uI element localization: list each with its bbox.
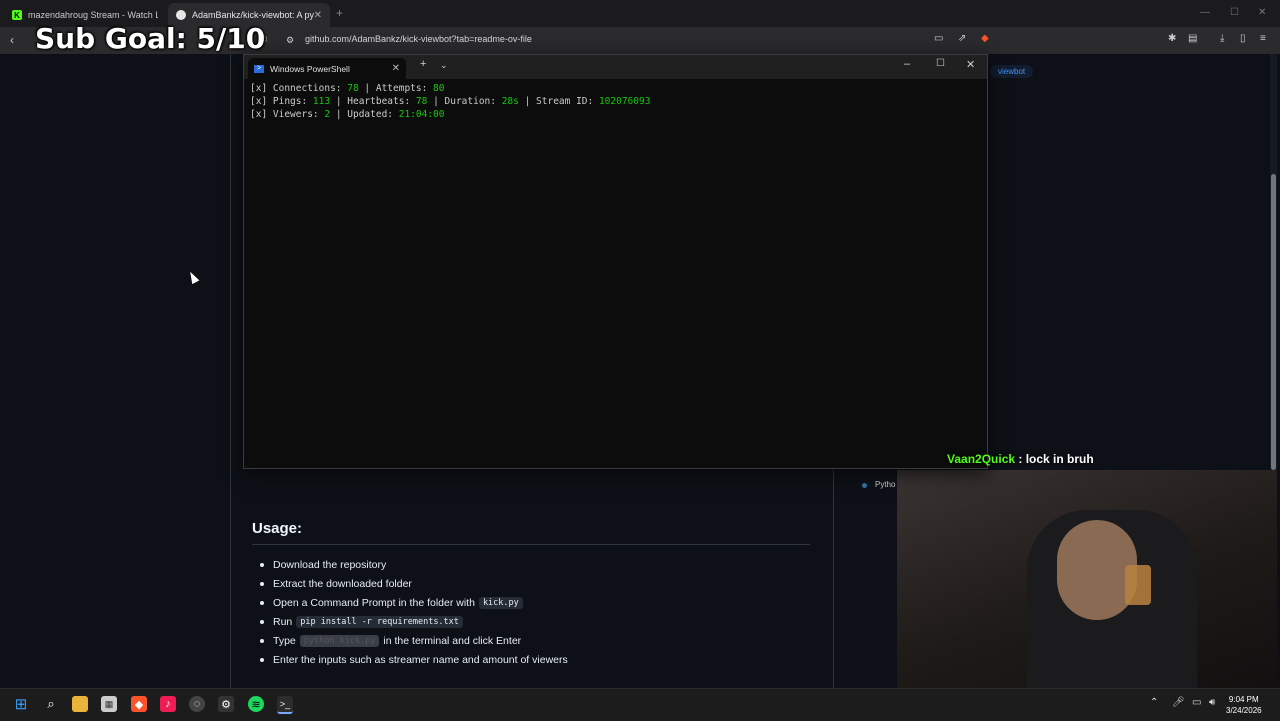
system-clock[interactable]: 9:04 PM 3/24/2026 (1226, 694, 1262, 716)
new-tab-icon[interactable]: + (336, 6, 343, 20)
chat-message: Vaan2Quick : lock in bruh (947, 452, 1094, 466)
step-text: Extract the downloaded folder (273, 577, 412, 590)
chevron-down-icon[interactable]: ⌄ (440, 60, 448, 71)
powershell-tab-title: Windows PowerShell (270, 63, 350, 74)
terminal-line: [x] Viewers: 2 | Updated: 21:04:00 (250, 109, 445, 120)
settings-gear-icon[interactable]: ⚙ (218, 696, 234, 712)
divider (252, 544, 810, 545)
brave-browser-icon[interactable]: ◆ (131, 696, 147, 712)
chat-username: Vaan2Quick (947, 452, 1016, 466)
step-text: Run (273, 615, 293, 628)
topic-tag[interactable]: viewbot (990, 65, 1034, 78)
scroll-thumb[interactable] (1271, 174, 1276, 470)
terminal-output[interactable]: [x] Connections: 78 | Attempts: 80 [x] Pi… (244, 79, 987, 124)
list-item: Run pip install -r requirements.txt (258, 612, 568, 631)
address-bar[interactable]: github.com/AdamBankz/kick-viewbot?tab=re… (305, 34, 532, 44)
list-item: Enter the inputs such as streamer name a… (258, 650, 568, 669)
powershell-titlebar[interactable]: > Windows PowerShell ✕ + ⌄ – ☐ ✕ (244, 55, 987, 79)
new-tab-icon[interactable]: + (420, 58, 426, 70)
store-icon[interactable]: ▦ (101, 696, 117, 712)
spotify-icon[interactable]: ≋ (248, 696, 264, 712)
network-icon[interactable]: ▭ (1192, 697, 1201, 708)
powershell-icon: > (254, 64, 264, 73)
close-icon[interactable]: ✕ (392, 63, 400, 74)
powershell-tab[interactable]: > Windows PowerShell ✕ (248, 58, 406, 79)
sidebar-icon[interactable]: ▯ (1240, 33, 1246, 44)
app-icon[interactable]: ◌ (189, 696, 205, 712)
clock-date: 3/24/2026 (1226, 706, 1262, 715)
microphone-icon[interactable]: 🎤︎ (1172, 697, 1185, 708)
site-info-icon[interactable]: ⚙ (286, 35, 294, 46)
close-window-icon[interactable]: ✕ (1258, 7, 1266, 18)
language-dot-icon (862, 483, 867, 488)
extensions-icon[interactable]: ✱ (1168, 33, 1176, 44)
usage-list: Download the repository Extract the down… (258, 555, 568, 669)
usage-heading: Usage: (252, 520, 303, 537)
inline-code: pip install -r requirements.txt (296, 615, 463, 628)
powershell-window[interactable]: > Windows PowerShell ✕ + ⌄ – ☐ ✕ [x] Con… (243, 54, 988, 469)
file-explorer-icon[interactable] (72, 696, 88, 712)
download-icon[interactable]: ⤓ (1220, 33, 1224, 44)
step-text: in the terminal and click Enter (383, 634, 522, 647)
minimize-icon[interactable]: — (1200, 7, 1210, 18)
wallet-icon[interactable]: ▤ (1188, 33, 1197, 44)
cast-icon[interactable]: ▭ (934, 33, 943, 44)
chat-text: : lock in bruh (1015, 452, 1094, 466)
search-icon[interactable]: ⌕ (43, 696, 59, 712)
inline-code: kick.py (478, 596, 523, 609)
github-icon (176, 10, 186, 20)
brave-shield-icon[interactable]: ◆ (981, 33, 989, 44)
windows-start-icon[interactable]: ⊞ (13, 696, 29, 713)
terminal-line: [x] Pings: 113 | Heartbeats: 78 | Durati… (250, 96, 651, 107)
inline-code: python kick.py (299, 634, 380, 647)
tiktok-icon[interactable]: ♪ (160, 696, 176, 712)
taskbar: ⊞ ⌕ ▦ ◆ ♪ ◌ ⚙ ≋ >_ ⌃ 🎤︎ ▭ 🔊︎ 9:04 PM 3/2… (0, 688, 1280, 721)
menu-icon[interactable]: ≡ (1260, 33, 1266, 44)
webcam-feed (897, 470, 1277, 688)
list-item: Type python kick.py in the terminal and cl… (258, 631, 568, 650)
terminal-line: [x] Connections: 78 | Attempts: 80 (250, 83, 445, 94)
step-text: Open a Command Prompt in the folder with (273, 596, 475, 609)
maximize-icon[interactable]: ☐ (936, 58, 945, 69)
kick-icon: K (12, 10, 22, 20)
chevron-up-icon[interactable]: ⌃ (1150, 697, 1158, 708)
maximize-icon[interactable]: ☐ (1230, 7, 1239, 18)
language-label: Pytho (875, 480, 896, 489)
step-text: Download the repository (273, 558, 387, 571)
drink-cup (1125, 565, 1151, 605)
list-item: Open a Command Prompt in the folder with… (258, 593, 568, 612)
clock-time: 9:04 PM (1228, 695, 1259, 704)
back-icon[interactable]: ‹ (10, 33, 14, 47)
step-text: Enter the inputs such as streamer name a… (273, 653, 568, 666)
sub-goal-overlay: Sub Goal: 5/10 (35, 22, 266, 55)
close-icon[interactable]: ✕ (314, 10, 322, 21)
step-text: Type (273, 634, 296, 647)
tab-title: mazendahroug Stream - Watch Live (28, 10, 158, 20)
volume-icon[interactable]: 🔊︎ (1209, 697, 1215, 708)
minimize-icon[interactable]: – (904, 58, 910, 70)
share-icon[interactable]: ⇗ (958, 33, 966, 44)
terminal-icon[interactable]: >_ (277, 696, 293, 714)
list-item: Download the repository (258, 555, 568, 574)
list-item: Extract the downloaded folder (258, 574, 568, 593)
tab-title: AdamBankz/kick-viewbot: A pyth (192, 10, 314, 20)
close-window-icon[interactable]: ✕ (966, 58, 975, 71)
